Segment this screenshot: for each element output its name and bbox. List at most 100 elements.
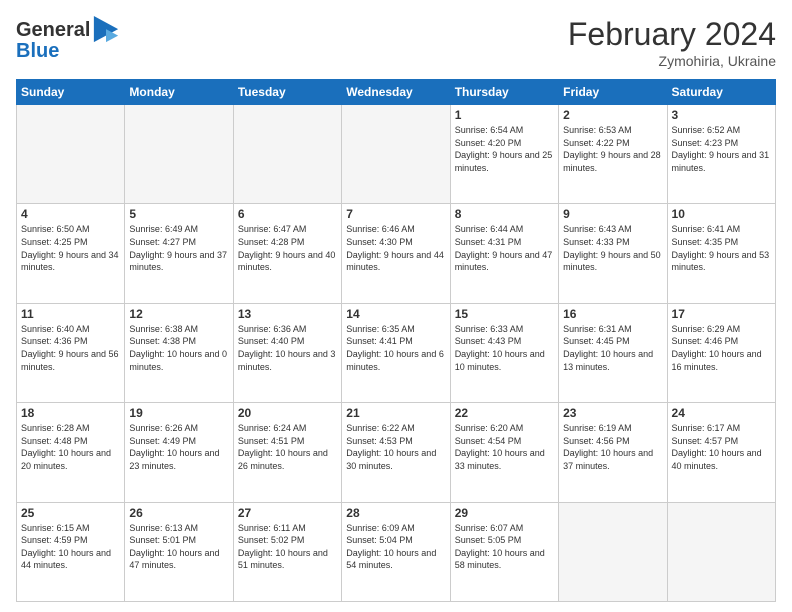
day-number: 21: [346, 406, 445, 420]
day-number: 27: [238, 506, 337, 520]
calendar-day-cell: [125, 105, 233, 204]
calendar-day-cell: 29Sunrise: 6:07 AM Sunset: 5:05 PM Dayli…: [450, 502, 558, 601]
calendar-day-cell: 14 Sunrise: 6:35 AM Sunset: 4:41 PM Dayli…: [342, 303, 450, 402]
calendar-day-header: Saturday: [667, 80, 775, 105]
calendar-day-cell: 4 Sunrise: 6:50 AM Sunset: 4:25 PM Daylig…: [17, 204, 125, 303]
calendar-day-cell: 2 Sunrise: 6:53 AM Sunset: 4:22 PM Daylig…: [559, 105, 667, 204]
day-number: 2: [563, 108, 662, 122]
day-info: Sunrise: 6:11 AM Sunset: 5:02 PM Dayligh…: [238, 522, 337, 572]
calendar-week-row: 11 Sunrise: 6:40 AM Sunset: 4:36 PM Dayli…: [17, 303, 776, 402]
calendar-day-cell: 28Sunrise: 6:09 AM Sunset: 5:04 PM Dayli…: [342, 502, 450, 601]
day-info: Sunrise: 6:22 AM Sunset: 4:53 PM Dayligh…: [346, 422, 445, 472]
day-info: Sunrise: 6:19 AM Sunset: 4:56 PM Dayligh…: [563, 422, 662, 472]
calendar-day-cell: 5 Sunrise: 6:49 AM Sunset: 4:27 PM Daylig…: [125, 204, 233, 303]
day-number: 22: [455, 406, 554, 420]
calendar-day-header: Wednesday: [342, 80, 450, 105]
day-number: 24: [672, 406, 771, 420]
day-info: Sunrise: 6:35 AM Sunset: 4:41 PM Dayligh…: [346, 323, 445, 373]
calendar-day-cell: 18Sunrise: 6:28 AM Sunset: 4:48 PM Dayli…: [17, 403, 125, 502]
day-number: 25: [21, 506, 120, 520]
day-number: 3: [672, 108, 771, 122]
day-info: Sunrise: 6:52 AM Sunset: 4:23 PM Dayligh…: [672, 124, 771, 174]
day-number: 1: [455, 108, 554, 122]
calendar-header-row: SundayMondayTuesdayWednesdayThursdayFrid…: [17, 80, 776, 105]
day-number: 6: [238, 207, 337, 221]
calendar-day-cell: 15 Sunrise: 6:33 AM Sunset: 4:43 PM Dayli…: [450, 303, 558, 402]
day-number: 16: [563, 307, 662, 321]
day-info: Sunrise: 6:20 AM Sunset: 4:54 PM Dayligh…: [455, 422, 554, 472]
calendar-day-cell: 12Sunrise: 6:38 AM Sunset: 4:38 PM Dayli…: [125, 303, 233, 402]
month-year-title: February 2024: [568, 16, 776, 53]
calendar-day-cell: 3 Sunrise: 6:52 AM Sunset: 4:23 PM Daylig…: [667, 105, 775, 204]
day-info: Sunrise: 6:29 AM Sunset: 4:46 PM Dayligh…: [672, 323, 771, 373]
day-info: Sunrise: 6:49 AM Sunset: 4:27 PM Dayligh…: [129, 223, 228, 273]
day-info: Sunrise: 6:31 AM Sunset: 4:45 PM Dayligh…: [563, 323, 662, 373]
calendar-day-cell: 23 Sunrise: 6:19 AM Sunset: 4:56 PM Dayli…: [559, 403, 667, 502]
calendar-week-row: 18Sunrise: 6:28 AM Sunset: 4:48 PM Dayli…: [17, 403, 776, 502]
calendar-day-cell: [559, 502, 667, 601]
day-number: 23: [563, 406, 662, 420]
calendar-day-cell: 6 Sunrise: 6:47 AM Sunset: 4:28 PM Daylig…: [233, 204, 341, 303]
calendar-week-row: 1 Sunrise: 6:54 AM Sunset: 4:20 PM Daylig…: [17, 105, 776, 204]
calendar-day-cell: 9Sunrise: 6:43 AM Sunset: 4:33 PM Daylig…: [559, 204, 667, 303]
day-number: 7: [346, 207, 445, 221]
day-info: Sunrise: 6:09 AM Sunset: 5:04 PM Dayligh…: [346, 522, 445, 572]
day-number: 11: [21, 307, 120, 321]
logo-icon: [92, 16, 120, 44]
day-info: Sunrise: 6:40 AM Sunset: 4:36 PM Dayligh…: [21, 323, 120, 373]
day-info: Sunrise: 6:47 AM Sunset: 4:28 PM Dayligh…: [238, 223, 337, 273]
day-info: Sunrise: 6:13 AM Sunset: 5:01 PM Dayligh…: [129, 522, 228, 572]
day-info: Sunrise: 6:24 AM Sunset: 4:51 PM Dayligh…: [238, 422, 337, 472]
day-info: Sunrise: 6:46 AM Sunset: 4:30 PM Dayligh…: [346, 223, 445, 273]
calendar-day-cell: 21 Sunrise: 6:22 AM Sunset: 4:53 PM Dayli…: [342, 403, 450, 502]
calendar-day-header: Tuesday: [233, 80, 341, 105]
calendar-day-cell: 25 Sunrise: 6:15 AM Sunset: 4:59 PM Dayli…: [17, 502, 125, 601]
calendar-day-cell: 17 Sunrise: 6:29 AM Sunset: 4:46 PM Dayli…: [667, 303, 775, 402]
calendar-day-cell: 24 Sunrise: 6:17 AM Sunset: 4:57 PM Dayli…: [667, 403, 775, 502]
calendar-day-cell: 16 Sunrise: 6:31 AM Sunset: 4:45 PM Dayli…: [559, 303, 667, 402]
calendar-day-cell: 19 Sunrise: 6:26 AM Sunset: 4:49 PM Dayli…: [125, 403, 233, 502]
day-info: Sunrise: 6:54 AM Sunset: 4:20 PM Dayligh…: [455, 124, 554, 174]
day-number: 4: [21, 207, 120, 221]
day-info: Sunrise: 6:53 AM Sunset: 4:22 PM Dayligh…: [563, 124, 662, 174]
day-info: Sunrise: 6:44 AM Sunset: 4:31 PM Dayligh…: [455, 223, 554, 273]
day-number: 13: [238, 307, 337, 321]
logo-general-text: General: [16, 19, 90, 42]
calendar-day-header: Sunday: [17, 80, 125, 105]
day-number: 26: [129, 506, 228, 520]
day-number: 8: [455, 207, 554, 221]
calendar-day-cell: 1 Sunrise: 6:54 AM Sunset: 4:20 PM Daylig…: [450, 105, 558, 204]
day-info: Sunrise: 6:50 AM Sunset: 4:25 PM Dayligh…: [21, 223, 120, 273]
day-info: Sunrise: 6:17 AM Sunset: 4:57 PM Dayligh…: [672, 422, 771, 472]
day-number: 19: [129, 406, 228, 420]
calendar-day-cell: 11 Sunrise: 6:40 AM Sunset: 4:36 PM Dayli…: [17, 303, 125, 402]
calendar-day-cell: 10Sunrise: 6:41 AM Sunset: 4:35 PM Dayli…: [667, 204, 775, 303]
day-number: 15: [455, 307, 554, 321]
day-info: Sunrise: 6:15 AM Sunset: 4:59 PM Dayligh…: [21, 522, 120, 572]
calendar-day-cell: [17, 105, 125, 204]
day-number: 17: [672, 307, 771, 321]
day-info: Sunrise: 6:26 AM Sunset: 4:49 PM Dayligh…: [129, 422, 228, 472]
day-number: 12: [129, 307, 228, 321]
calendar-day-cell: 26 Sunrise: 6:13 AM Sunset: 5:01 PM Dayli…: [125, 502, 233, 601]
day-number: 5: [129, 207, 228, 221]
page: General Blue February 2024 Zymohiria, Uk…: [0, 0, 792, 612]
calendar-day-cell: 20Sunrise: 6:24 AM Sunset: 4:51 PM Dayli…: [233, 403, 341, 502]
day-info: Sunrise: 6:41 AM Sunset: 4:35 PM Dayligh…: [672, 223, 771, 273]
calendar-day-cell: 8 Sunrise: 6:44 AM Sunset: 4:31 PM Daylig…: [450, 204, 558, 303]
calendar-day-cell: [233, 105, 341, 204]
day-number: 14: [346, 307, 445, 321]
calendar-week-row: 4 Sunrise: 6:50 AM Sunset: 4:25 PM Daylig…: [17, 204, 776, 303]
logo: General Blue: [16, 16, 120, 63]
calendar-day-header: Friday: [559, 80, 667, 105]
calendar-day-cell: [342, 105, 450, 204]
calendar-day-cell: [667, 502, 775, 601]
calendar-day-header: Thursday: [450, 80, 558, 105]
day-info: Sunrise: 6:28 AM Sunset: 4:48 PM Dayligh…: [21, 422, 120, 472]
day-info: Sunrise: 6:43 AM Sunset: 4:33 PM Dayligh…: [563, 223, 662, 273]
day-info: Sunrise: 6:33 AM Sunset: 4:43 PM Dayligh…: [455, 323, 554, 373]
day-info: Sunrise: 6:36 AM Sunset: 4:40 PM Dayligh…: [238, 323, 337, 373]
calendar-table: SundayMondayTuesdayWednesdayThursdayFrid…: [16, 79, 776, 602]
calendar-day-header: Monday: [125, 80, 233, 105]
header: General Blue February 2024 Zymohiria, Uk…: [16, 16, 776, 69]
